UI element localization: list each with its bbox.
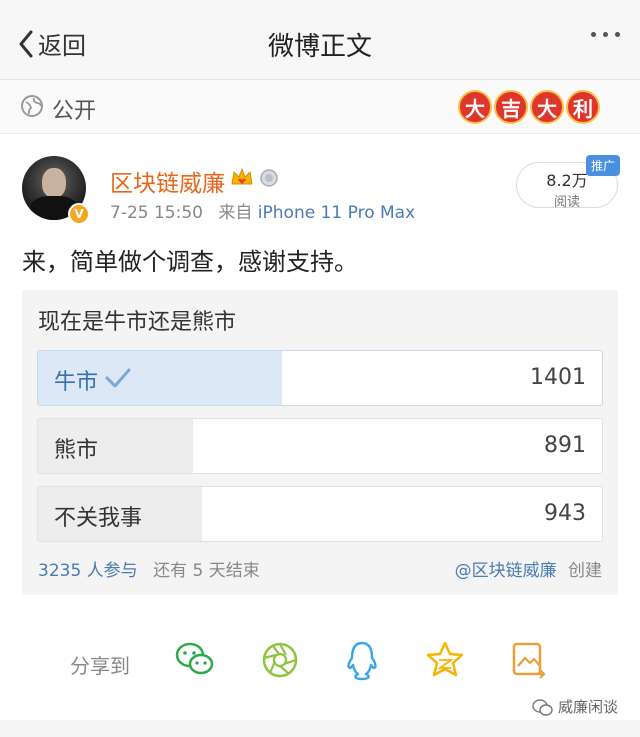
- more-options-icon[interactable]: [591, 32, 620, 37]
- lucky-char: 大: [458, 90, 492, 124]
- poll-creator: @区块链威廉 创建: [455, 556, 602, 581]
- poll-creator-link[interactable]: @区块链威廉: [455, 561, 557, 581]
- medal-icon: [260, 169, 278, 187]
- promo-tag[interactable]: 推广: [586, 155, 621, 176]
- image-share-icon[interactable]: [510, 640, 548, 680]
- page-title: 微博正文: [267, 32, 372, 62]
- moments-icon[interactable]: [260, 640, 300, 680]
- poll-option-count: 943: [544, 501, 586, 526]
- checkmark-icon: [105, 368, 131, 388]
- verified-badge: V: [68, 203, 90, 225]
- wechat-watermark-icon: [532, 698, 553, 716]
- poll-question: 现在是牛市还是熊市: [38, 310, 237, 335]
- share-bar: 分享到: [0, 630, 640, 694]
- post-time: 7-25 15:50: [110, 203, 203, 223]
- crown-icon: [231, 167, 253, 185]
- poll-option[interactable]: 不关我事 943: [37, 486, 603, 542]
- poll-footer: 3235 人参与 还有 5 天结束: [38, 556, 260, 581]
- watermark: 威廉闲谈: [532, 696, 618, 717]
- nav-bar: 返回 微博正文: [0, 0, 640, 80]
- poll-option-label: 熊市: [54, 438, 99, 463]
- poll-option-count: 1401: [530, 365, 586, 390]
- poll-option-count: 891: [544, 433, 586, 458]
- visibility-bar: 公开 大 吉 大 利: [0, 80, 640, 134]
- source-prefix: 来自: [218, 203, 253, 223]
- device-name[interactable]: iPhone 11 Pro Max: [258, 203, 415, 223]
- favorite-star-icon[interactable]: [426, 640, 464, 678]
- share-label: 分享到: [70, 654, 130, 678]
- poll-participants: 3235 人参与: [38, 561, 138, 581]
- reads-label: 阅读: [553, 195, 580, 210]
- visibility-label: 公开: [52, 99, 97, 124]
- globe-icon: [21, 95, 43, 117]
- username[interactable]: 区块链威廉: [110, 164, 225, 198]
- lucky-char: 大: [530, 90, 564, 124]
- poll-remaining: 还有 5 天结束: [153, 561, 260, 581]
- qq-icon[interactable]: [344, 640, 380, 682]
- lucky-badge[interactable]: 大 吉 大 利: [458, 90, 600, 124]
- bottom-strip: [0, 720, 640, 737]
- post-text: 来，简单做个调查，感谢支持。: [22, 248, 358, 276]
- poll-option-label: 牛市: [54, 370, 99, 395]
- poll-option[interactable]: 熊市 891: [37, 418, 603, 474]
- poll-option-label: 不关我事: [54, 506, 143, 531]
- wechat-icon[interactable]: [174, 640, 216, 680]
- lucky-char: 吉: [494, 90, 528, 124]
- poll-card: 现在是牛市还是熊市 牛市 1401 熊市 891 不关我事 943 3235 人…: [22, 290, 618, 595]
- watermark-text: 威廉闲谈: [557, 698, 618, 716]
- poll-option[interactable]: 牛市 1401: [37, 350, 603, 406]
- post-meta: 7-25 15:50 来自 iPhone 11 Pro Max: [110, 198, 415, 223]
- poll-creator-verb: 创建: [568, 561, 602, 581]
- lucky-char: 利: [566, 90, 600, 124]
